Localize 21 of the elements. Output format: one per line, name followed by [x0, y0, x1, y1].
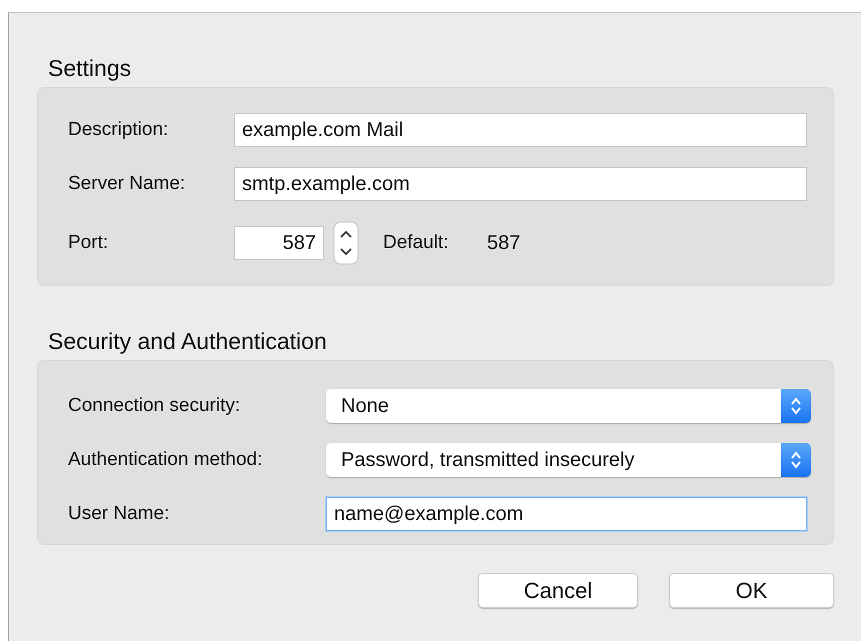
stepper[interactable] — [333, 221, 359, 265]
section-heading: Security and Authentication — [48, 327, 328, 356]
number-field[interactable]: 587 — [234, 226, 324, 260]
default-value: 587 — [487, 232, 520, 254]
chevron-updown-icon — [790, 396, 802, 416]
section-heading: Settings — [48, 54, 132, 83]
dialog-button[interactable]: Cancel — [478, 573, 638, 608]
field-label: Connection security: — [68, 395, 242, 417]
text-field[interactable]: name@example.com — [326, 497, 807, 531]
text-field[interactable]: example.com Mail — [234, 113, 807, 147]
field-label: Port: — [68, 232, 110, 254]
text-field[interactable]: smtp.example.com — [234, 167, 807, 201]
field-label: Server Name: — [68, 173, 186, 195]
dropdown[interactable]: None — [326, 389, 811, 423]
field-label: User Name: — [68, 503, 170, 525]
chevron-updown-icon — [790, 450, 802, 470]
dialog-button[interactable]: OK — [669, 573, 834, 608]
field-label: Description: — [68, 119, 170, 141]
field-label: Authentication method: — [68, 449, 264, 471]
dropdown[interactable]: Password, transmitted insecurely — [326, 443, 811, 477]
default-label: Default: — [383, 232, 450, 254]
